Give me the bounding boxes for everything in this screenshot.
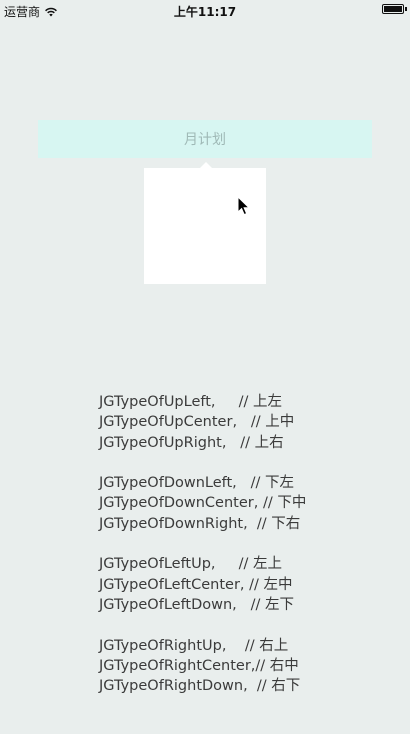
type-gap xyxy=(216,394,239,410)
type-gap xyxy=(216,556,239,572)
type-line-down-right: JGTypeOfDownRight, // 下右 xyxy=(99,514,306,534)
type-line-right-center: JGTypeOfRightCenter,// 右中 xyxy=(99,656,306,676)
month-plan-button-label: 月计划 xyxy=(184,132,226,148)
type-code: JGTypeOfUpLeft, xyxy=(99,394,216,410)
type-code: JGTypeOfRightDown, xyxy=(99,678,248,695)
type-gap xyxy=(237,597,251,613)
type-line-down-left: JGTypeOfDownLeft, // 下左 xyxy=(99,473,306,493)
type-list: JGTypeOfUpLeft, // 上左 JGTypeOfUpCenter, … xyxy=(99,392,306,717)
type-code: JGTypeOfDownCenter, xyxy=(99,495,259,512)
status-time: 上午11:17 xyxy=(173,5,237,19)
type-group-up: JGTypeOfUpLeft, // 上左 JGTypeOfUpCenter, … xyxy=(99,392,306,453)
type-line-down-center: JGTypeOfDownCenter, // 下中 xyxy=(99,493,306,513)
type-gap xyxy=(237,475,251,491)
type-group-down: JGTypeOfDownLeft, // 下左 JGTypeOfDownCent… xyxy=(99,473,306,534)
type-comment: // 下右 xyxy=(256,515,301,532)
type-line-right-up: JGTypeOfRightUp, // 右上 xyxy=(99,636,306,656)
type-comment: // 上中 xyxy=(250,414,295,431)
type-gap xyxy=(237,414,251,430)
type-line-up-center: JGTypeOfUpCenter, // 上中 xyxy=(99,412,306,432)
type-comment: // 左下 xyxy=(250,596,295,613)
type-line-up-right: JGTypeOfUpRight, // 上右 xyxy=(99,433,306,453)
month-plan-button[interactable]: 月计划 xyxy=(38,120,372,158)
type-code: JGTypeOfUpRight, xyxy=(99,434,227,451)
type-group-left: JGTypeOfLeftUp, // 左上 JGTypeOfLeftCenter… xyxy=(99,554,306,615)
type-group-right: JGTypeOfRightUp, // 右上 JGTypeOfRightCent… xyxy=(99,636,306,697)
type-comment: // 右上 xyxy=(244,637,289,654)
type-code: JGTypeOfRightUp, xyxy=(99,637,227,654)
type-code: JGTypeOfUpCenter, xyxy=(99,414,238,431)
type-comment: // 下中 xyxy=(262,495,307,512)
type-gap xyxy=(226,638,244,654)
type-code: JGTypeOfLeftUp, xyxy=(99,556,216,573)
type-comment: // 上右 xyxy=(240,434,284,451)
type-comment: // 左上 xyxy=(238,556,282,573)
type-comment: // 下左 xyxy=(250,475,295,492)
type-gap xyxy=(226,435,240,451)
battery-level xyxy=(384,6,402,12)
type-code: JGTypeOfDownLeft, xyxy=(99,475,237,492)
popover-menu xyxy=(144,168,266,284)
type-gap xyxy=(248,678,257,694)
type-gap xyxy=(248,516,257,532)
type-line-left-center: JGTypeOfLeftCenter, // 左中 xyxy=(99,575,306,595)
type-comment: // 右下 xyxy=(256,678,301,695)
type-line-up-left: JGTypeOfUpLeft, // 上左 xyxy=(99,392,306,412)
mouse-cursor-icon xyxy=(237,196,251,216)
status-bar: 运营商 上午11:17 xyxy=(0,0,410,20)
battery-icon xyxy=(382,4,404,14)
type-line-left-down: JGTypeOfLeftDown, // 左下 xyxy=(99,595,306,615)
type-comment: // 右中 xyxy=(255,657,299,674)
type-code: JGTypeOfDownRight, xyxy=(99,515,248,532)
type-code: JGTypeOfLeftCenter, xyxy=(99,576,245,593)
type-comment: // 左中 xyxy=(249,576,293,593)
battery-tip xyxy=(405,7,407,11)
type-code: JGTypeOfLeftDown, xyxy=(99,596,237,613)
type-line-left-up: JGTypeOfLeftUp, // 左上 xyxy=(99,554,306,574)
type-code: JGTypeOfRightCenter, xyxy=(99,657,256,674)
type-line-right-down: JGTypeOfRightDown, // 右下 xyxy=(99,676,306,696)
type-comment: // 上左 xyxy=(238,394,282,410)
